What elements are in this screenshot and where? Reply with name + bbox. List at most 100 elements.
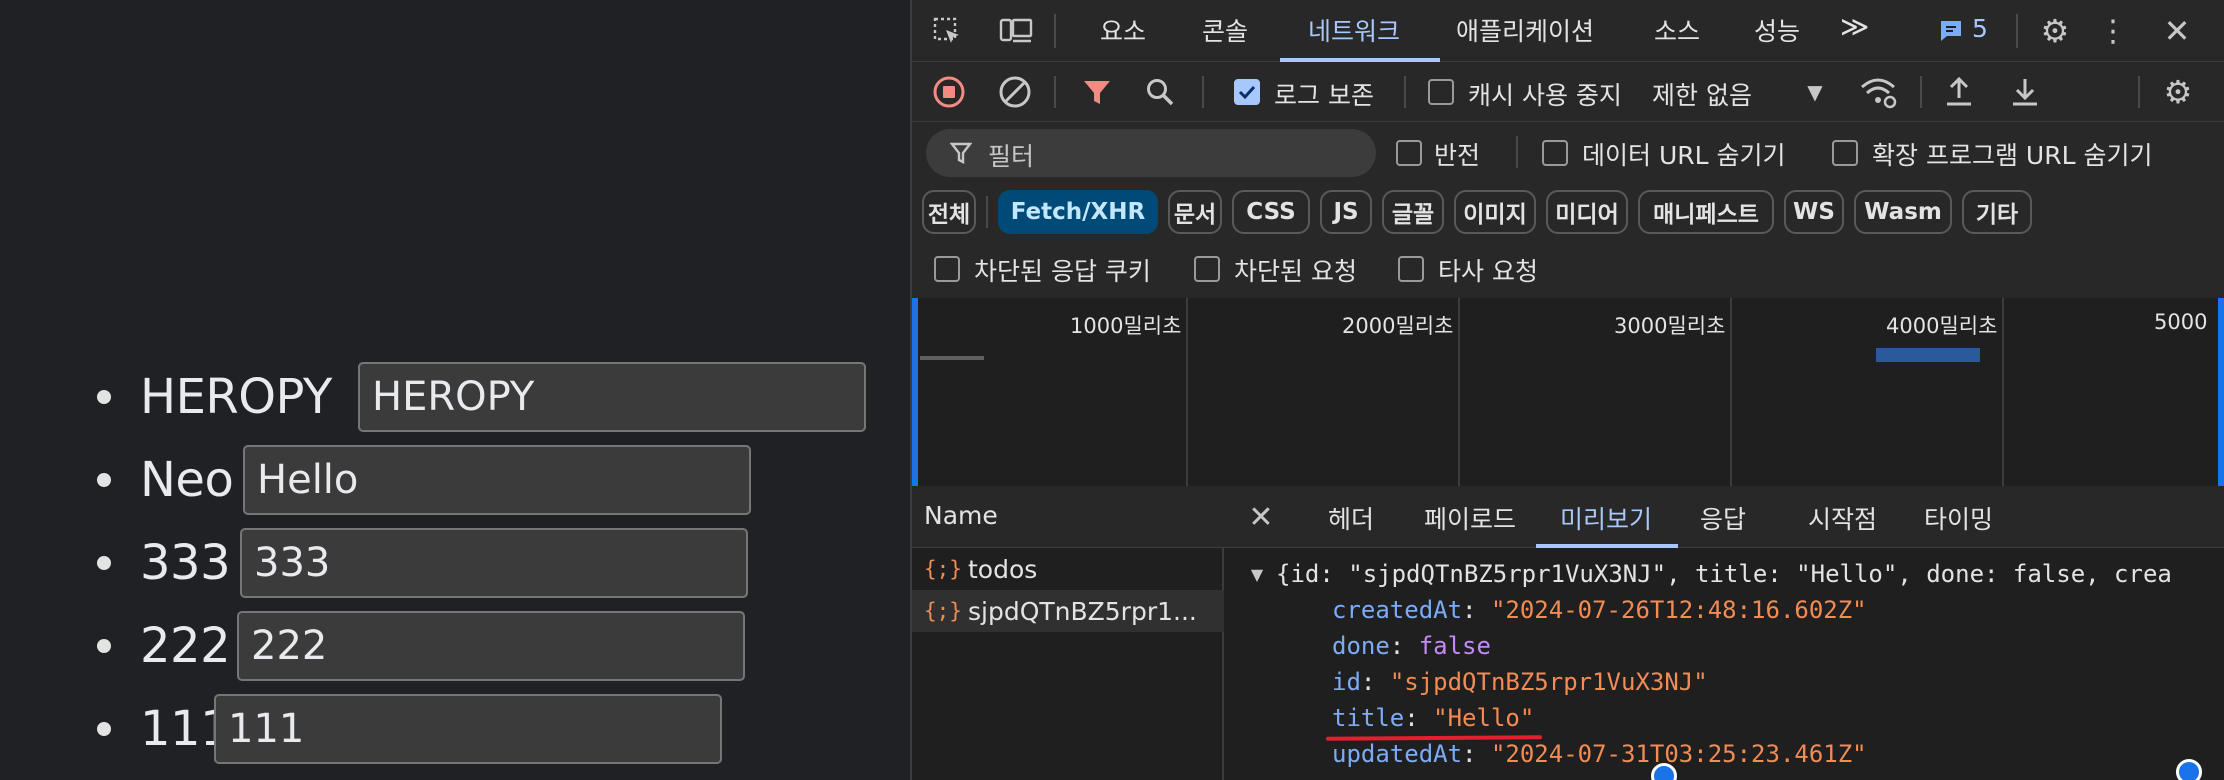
devtools-panel: 요소 콘솔 네트워크 애플리케이션 소스 성능 ≫ 5 ⚙ ⋮ ✕ 로그 보존 …: [910, 0, 2224, 780]
request-row-selected[interactable]: {;} sjpdQTnBZ5rpr1...: [912, 590, 1224, 632]
tab-network[interactable]: 네트워크: [1308, 12, 1400, 48]
tab-payload[interactable]: 페이로드: [1424, 500, 1516, 536]
issues-count[interactable]: 5: [1972, 14, 1988, 43]
invert-checkbox[interactable]: [1396, 140, 1422, 166]
list-item: 222: [0, 604, 910, 687]
tab-headers[interactable]: 헤더: [1328, 500, 1374, 536]
tab-application[interactable]: 애플리케이션: [1456, 12, 1594, 48]
type-chip-doc[interactable]: 문서: [1168, 190, 1222, 234]
fetch-request-icon: {;}: [924, 557, 962, 581]
disable-cache-checkbox[interactable]: [1428, 79, 1454, 105]
todo-title-input[interactable]: [243, 444, 751, 515]
hide-data-urls-checkbox[interactable]: [1542, 140, 1568, 166]
tab-response[interactable]: 응답: [1700, 500, 1746, 536]
tab-console[interactable]: 콘솔: [1202, 12, 1248, 48]
chevron-down-icon[interactable]: ▼: [1802, 78, 1828, 106]
todo-title-input[interactable]: [240, 527, 748, 598]
overview-tick-label: 5000: [2154, 310, 2208, 334]
json-summary: {id: "sjpdQTnBZ5rpr1VuX3NJ", title: "Hel…: [1276, 560, 2172, 588]
blocked-cookies-label: 차단된 응답 쿠키: [974, 257, 1151, 286]
overview-request-bar: [1876, 348, 1980, 362]
network-overview[interactable]: 1000밀리초 2000밀리초 3000밀리초 4000밀리초 5000: [912, 298, 2224, 486]
expand-triangle-icon[interactable]: ▼: [1248, 564, 1266, 584]
close-devtools-icon[interactable]: ✕: [2158, 12, 2196, 50]
blocked-requests-checkbox[interactable]: [1194, 256, 1220, 282]
json-value: "Hello": [1433, 704, 1535, 732]
hide-data-urls-label: 데이터 URL 숨기기: [1582, 141, 1786, 170]
todo-title: 333: [140, 534, 231, 591]
filter-input[interactable]: 필터: [926, 129, 1376, 177]
search-icon[interactable]: [1144, 76, 1176, 108]
type-chip-media[interactable]: 미디어: [1546, 190, 1628, 234]
overview-tick-label: 3000밀리초: [1614, 314, 1726, 338]
issues-icon[interactable]: [1936, 16, 1966, 46]
type-chip-manifest[interactable]: 매니페스트: [1638, 190, 1774, 234]
type-chip-fetch-xhr[interactable]: Fetch/XHR: [998, 190, 1158, 234]
list-item: 111: [0, 687, 910, 770]
type-chip-other[interactable]: 기타: [1962, 190, 2032, 234]
record-stop-icon[interactable]: [932, 75, 966, 109]
close-detail-icon[interactable]: ✕: [1244, 500, 1278, 535]
bullet: [97, 555, 111, 570]
clear-icon[interactable]: [998, 75, 1032, 109]
filter-placeholder: 필터: [988, 142, 1035, 171]
fetch-request-icon: {;}: [924, 599, 962, 623]
request-list: Name {;} todos {;} sjpdQTnBZ5rpr1...: [912, 486, 1224, 780]
filter-bar: 필터 반전 데이터 URL 숨기기 확장 프로그램 URL 숨기기 전체 Fet…: [912, 122, 2224, 310]
filter-funnel-icon[interactable]: [1082, 76, 1112, 108]
settings-gear-icon[interactable]: ⚙: [2036, 12, 2074, 50]
cursor-marker: [2176, 759, 2202, 780]
request-name: todos: [968, 554, 1038, 584]
todo-title: HEROPY: [140, 368, 332, 425]
overview-left-handle[interactable]: [912, 298, 918, 486]
overview-request-bar: [920, 356, 984, 360]
throttling-select[interactable]: 제한 없음: [1652, 76, 1752, 112]
bullet: [97, 389, 111, 404]
inspect-element-icon[interactable]: [930, 14, 964, 48]
export-har-icon[interactable]: [2008, 74, 2042, 110]
request-row-todos[interactable]: {;} todos: [912, 548, 1224, 590]
network-settings-gear-icon[interactable]: ⚙: [2160, 73, 2196, 111]
type-chip-font[interactable]: 글꼴: [1382, 190, 1444, 234]
devtools-tabbar: 요소 콘솔 네트워크 애플리케이션 소스 성능 ≫ 5 ⚙ ⋮ ✕: [912, 0, 2224, 62]
preserve-log-checkbox[interactable]: [1234, 79, 1260, 105]
json-value: "2024-07-26T12:48:16.602Z": [1490, 596, 1867, 624]
third-party-label: 타사 요청: [1438, 257, 1538, 286]
tab-preview[interactable]: 미리보기: [1560, 500, 1652, 536]
more-options-icon[interactable]: ⋮: [2098, 12, 2128, 50]
page-content: HEROPY Neo 333 222 111: [0, 0, 910, 780]
type-chip-css[interactable]: CSS: [1232, 190, 1310, 234]
todo-title: Neo: [140, 451, 234, 508]
filter-funnel-small-icon: [948, 139, 974, 167]
list-item: HEROPY: [0, 355, 910, 438]
tab-elements[interactable]: 요소: [1100, 12, 1146, 48]
device-toolbar-icon[interactable]: [998, 14, 1034, 48]
third-party-checkbox[interactable]: [1398, 256, 1424, 282]
more-tabs-button[interactable]: ≫: [1840, 10, 1869, 43]
overview-right-handle[interactable]: [2218, 298, 2224, 486]
tab-sources[interactable]: 소스: [1654, 12, 1700, 48]
type-chip-wasm[interactable]: Wasm: [1854, 190, 1952, 234]
blocked-cookies-checkbox[interactable]: [934, 256, 960, 282]
type-chip-js[interactable]: JS: [1320, 190, 1372, 234]
tab-initiator[interactable]: 시작점: [1808, 500, 1877, 536]
json-key: createdAt: [1332, 596, 1463, 624]
json-value: "2024-07-31T03:25:23.461Z": [1490, 740, 1867, 768]
todo-title: 222: [140, 617, 231, 674]
tab-timing[interactable]: 타이밍: [1924, 500, 1993, 536]
name-column-header[interactable]: Name: [912, 486, 1224, 548]
network-conditions-icon[interactable]: [1858, 74, 1898, 110]
list-item: Neo: [0, 438, 910, 521]
hide-extension-urls-label: 확장 프로그램 URL 숨기기: [1872, 141, 2153, 170]
type-chip-all[interactable]: 전체: [922, 190, 976, 234]
json-value: false: [1418, 632, 1491, 660]
import-har-icon[interactable]: [1942, 74, 1976, 110]
todo-title-input[interactable]: [237, 610, 745, 681]
json-preview: ▼ {id: "sjpdQTnBZ5rpr1VuX3NJ", title: "H…: [1224, 548, 2224, 780]
tab-performance[interactable]: 성능: [1754, 12, 1800, 48]
type-chip-img[interactable]: 이미지: [1454, 190, 1536, 234]
hide-extension-urls-checkbox[interactable]: [1832, 140, 1858, 166]
todo-title-input[interactable]: [214, 693, 722, 764]
todo-title-input[interactable]: [358, 361, 866, 432]
type-chip-ws[interactable]: WS: [1784, 190, 1844, 234]
